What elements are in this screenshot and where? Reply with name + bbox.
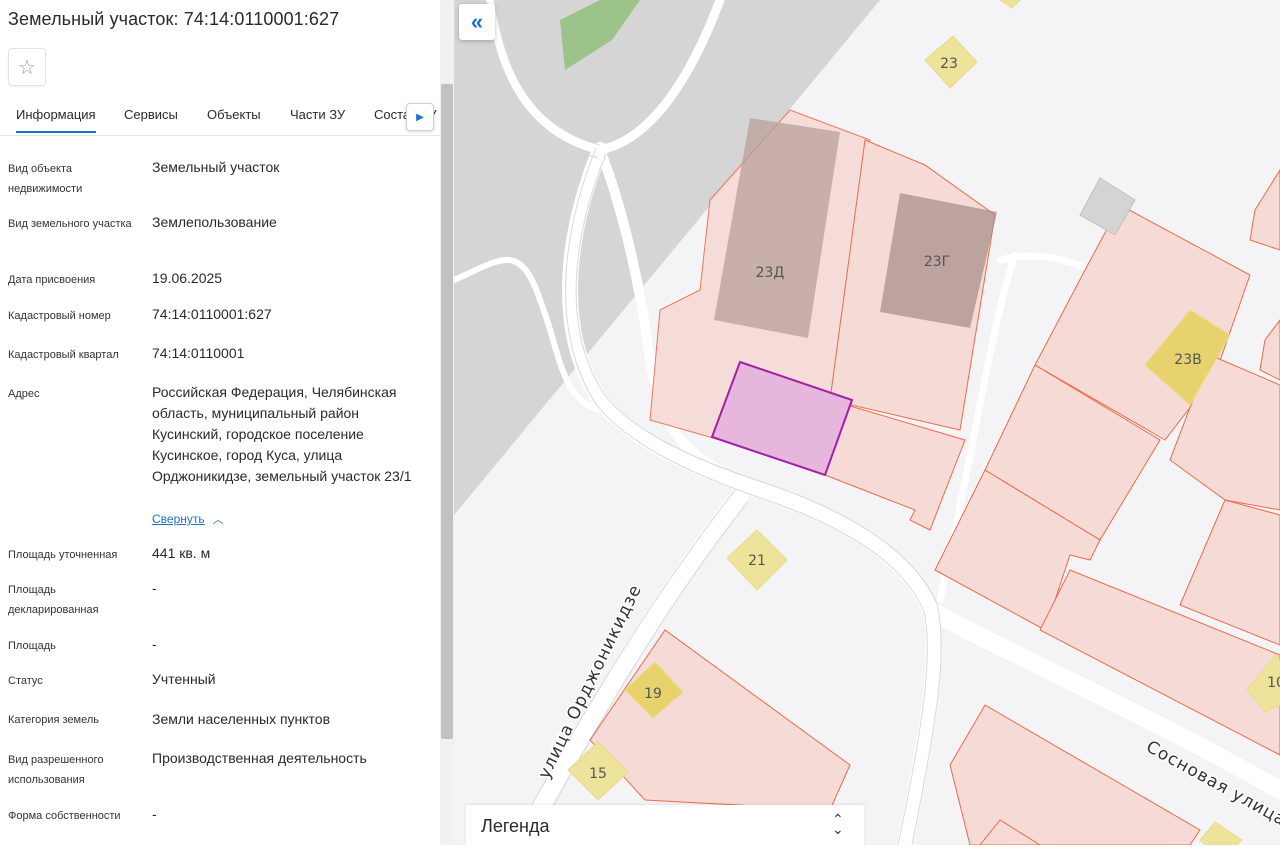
tab-objects[interactable]: Объекты [207,107,261,122]
field-label: Кадастровый квартал [8,349,119,361]
tab-parts[interactable]: Части ЗУ [290,107,345,122]
chevron-updown-icon: ⌃ ⌄ [832,811,844,837]
field-value: - [152,636,157,652]
panel-scrollbar[interactable] [440,0,454,845]
field-value: Земельный участок [152,159,280,175]
tab-bar: Информация Сервисы Объекты Части ЗУ Сост… [0,100,440,136]
building-label: 21 [748,553,766,569]
field-value: - [152,580,157,596]
field-value: - [152,806,157,822]
map-view[interactable]: 23 23Д 23Г 23В 21 19 15 10 улица Орджони… [454,0,1280,845]
chevron-right-icon: ▶ [416,111,424,123]
collapse-link[interactable]: Свернуть ︿ [152,511,224,527]
legend-bar[interactable]: Легенда ⌃ ⌄ [466,805,864,847]
star-icon: ☆ [18,56,36,79]
collapse-label: Свернуть [152,512,205,526]
field-value: Земли населенных пунктов [152,711,331,727]
info-panel: Земельный участок: 74:14:0110001:627 ☆ И… [0,0,440,845]
building-label: 23 [940,56,958,72]
building-label: 10 [1267,675,1280,691]
legend-label: Легенда [481,816,550,836]
tab-services[interactable]: Сервисы [124,107,178,122]
favorite-button[interactable]: ☆ [8,48,46,86]
field-label: Кадастровый номер [8,310,111,322]
field-label: Вид земельного участка [8,218,132,230]
field-value: Учтенный [152,671,216,687]
map-canvas[interactable]: 23 23Д 23Г 23В 21 19 15 10 улица Орджони… [454,0,1280,845]
field-value: 19.06.2025 [152,270,223,286]
building-label: 23Г [924,254,950,270]
tabs-scroll-right-button[interactable]: ▶ [406,103,434,131]
building-label: 23Д [756,265,785,281]
field-label: Форма собственности [8,810,121,822]
field-value: Землепользование [152,214,277,230]
building-label: 23В [1174,352,1201,368]
field-label: Площадь [8,640,56,652]
scrollbar-thumb[interactable] [441,84,453,739]
field-label: Адрес [8,388,40,400]
field-label: Статус [8,675,43,687]
field-label: Площадь уточненная [8,549,118,561]
tab-info[interactable]: Информация [16,107,96,133]
building-label: 19 [644,686,662,702]
field-value: 74:14:0110001:627 [152,306,272,322]
double-chevron-left-icon: « [470,9,484,34]
field-value: 441 кв. м [152,545,211,561]
field-label: Вид разрешенного использования [8,754,104,786]
page-title: Земельный участок: 74:14:0110001:627 [8,9,340,29]
chevron-up-icon: ︿ [212,514,224,526]
collapse-panel-button[interactable]: « [459,4,495,40]
field-label: Вид объекта недвижимости [8,163,83,195]
building-label: 15 [589,766,607,782]
field-value: 74:14:0110001 [152,345,245,361]
address-value: Российская Федерация, Челябинская област… [152,384,412,484]
field-label: Дата присвоения [8,274,96,286]
field-label: Категория земель [8,714,99,726]
field-value: Производственная деятельность [152,750,367,766]
field-label: Площадь декларированная [8,584,99,616]
